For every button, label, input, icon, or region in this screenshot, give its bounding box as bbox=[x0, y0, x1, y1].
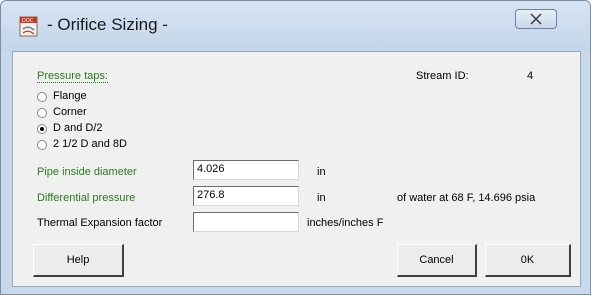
title-bar: DOC - Orifice Sizing - bbox=[1, 1, 590, 51]
pressure-taps-label: Pressure taps: bbox=[37, 70, 108, 83]
diff-pressure-label: Differential pressure bbox=[37, 192, 136, 204]
svg-text:DOC: DOC bbox=[22, 18, 34, 24]
diff-pressure-unit: in bbox=[317, 192, 326, 204]
pipe-diameter-label: Pipe inside diameter bbox=[37, 166, 137, 178]
radio-d-and-d2[interactable] bbox=[37, 124, 47, 134]
thermal-factor-label: Thermal Expansion factor bbox=[37, 217, 163, 229]
help-button[interactable]: Help bbox=[33, 244, 124, 277]
radio-corner[interactable] bbox=[37, 108, 47, 118]
diff-pressure-input[interactable]: 276.8 bbox=[193, 186, 299, 206]
cancel-button[interactable]: Cancel bbox=[397, 244, 477, 277]
radio-flange[interactable] bbox=[37, 92, 47, 102]
pipe-diameter-unit: in bbox=[317, 166, 326, 178]
radio-corner-label: Corner bbox=[53, 106, 87, 118]
stream-id-value: 4 bbox=[527, 70, 534, 82]
close-icon bbox=[530, 13, 542, 25]
radio-2-half-d-8d-label: 2 1/2 D and 8D bbox=[53, 138, 127, 150]
radio-flange-label: Flange bbox=[53, 90, 87, 102]
radio-d-and-d2-label: D and D/2 bbox=[53, 122, 103, 134]
stream-id-label: Stream ID: bbox=[416, 70, 469, 82]
diff-pressure-note: of water at 68 F, 14.696 psia bbox=[397, 192, 536, 204]
ok-button[interactable]: 0K bbox=[485, 244, 571, 277]
pipe-diameter-input[interactable]: 4.026 bbox=[193, 160, 299, 180]
window-title: - Orifice Sizing - bbox=[47, 15, 168, 34]
thermal-factor-unit: inches/inches F bbox=[307, 217, 384, 229]
close-button[interactable] bbox=[515, 9, 557, 29]
thermal-factor-input[interactable] bbox=[193, 212, 299, 232]
doc-app-icon[interactable]: DOC bbox=[19, 16, 39, 38]
dialog-body: Pressure taps: Flange Corner D and D/2 2… bbox=[12, 51, 581, 287]
dialog-window: DOC - Orifice Sizing - Pressure taps: Fl… bbox=[0, 0, 591, 295]
radio-2-half-d-8d[interactable] bbox=[37, 140, 47, 150]
